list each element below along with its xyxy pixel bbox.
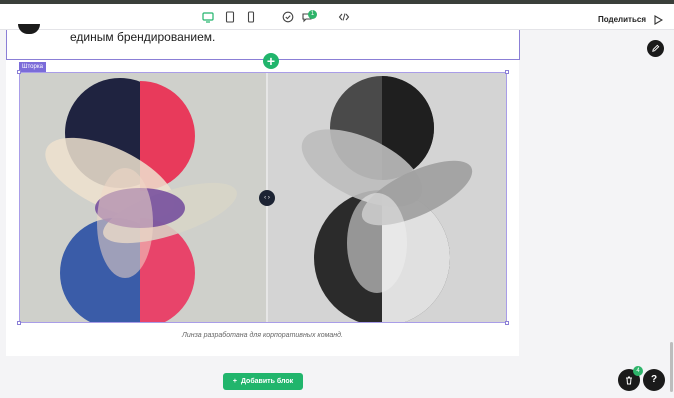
block-label: Шторка (19, 62, 46, 72)
top-toolbar: 1 Поделиться (0, 4, 674, 30)
resize-handle[interactable] (17, 321, 21, 325)
pencil-icon (652, 44, 660, 52)
code-icon (338, 13, 350, 21)
block-selection-frame (19, 72, 507, 323)
previous-block-text: единым брендированием. (70, 30, 216, 44)
tablet-view-button[interactable] (222, 9, 238, 25)
plus-icon: + (232, 378, 237, 385)
add-block-button[interactable]: + Добавить блок (223, 373, 303, 390)
resize-handle[interactable] (505, 321, 509, 325)
add-block-label: Добавить блок (240, 378, 294, 385)
image-caption[interactable]: Линза разработана для корпоративных кома… (6, 332, 519, 339)
desktop-icon (202, 12, 214, 23)
edit-button[interactable] (647, 40, 664, 57)
mobile-icon (247, 11, 255, 23)
help-button[interactable]: ? (643, 369, 665, 391)
tablet-icon (225, 11, 235, 23)
trash-icon (626, 376, 632, 385)
play-icon[interactable] (653, 15, 663, 25)
resize-handle[interactable] (17, 70, 21, 74)
scrollbar[interactable] (670, 342, 673, 392)
trash-count-badge: 4 (633, 366, 643, 376)
resize-handle[interactable] (505, 70, 509, 74)
mobile-view-button[interactable] (243, 9, 259, 25)
desktop-view-button[interactable] (200, 9, 216, 25)
plus-icon: + (266, 53, 276, 69)
check-icon (282, 11, 294, 23)
code-button[interactable] (336, 9, 352, 25)
comment-count-badge: 1 (308, 10, 317, 19)
share-button[interactable]: Поделиться (598, 15, 646, 24)
add-between-button[interactable]: + (263, 53, 279, 69)
publish-check-button[interactable] (280, 9, 296, 25)
